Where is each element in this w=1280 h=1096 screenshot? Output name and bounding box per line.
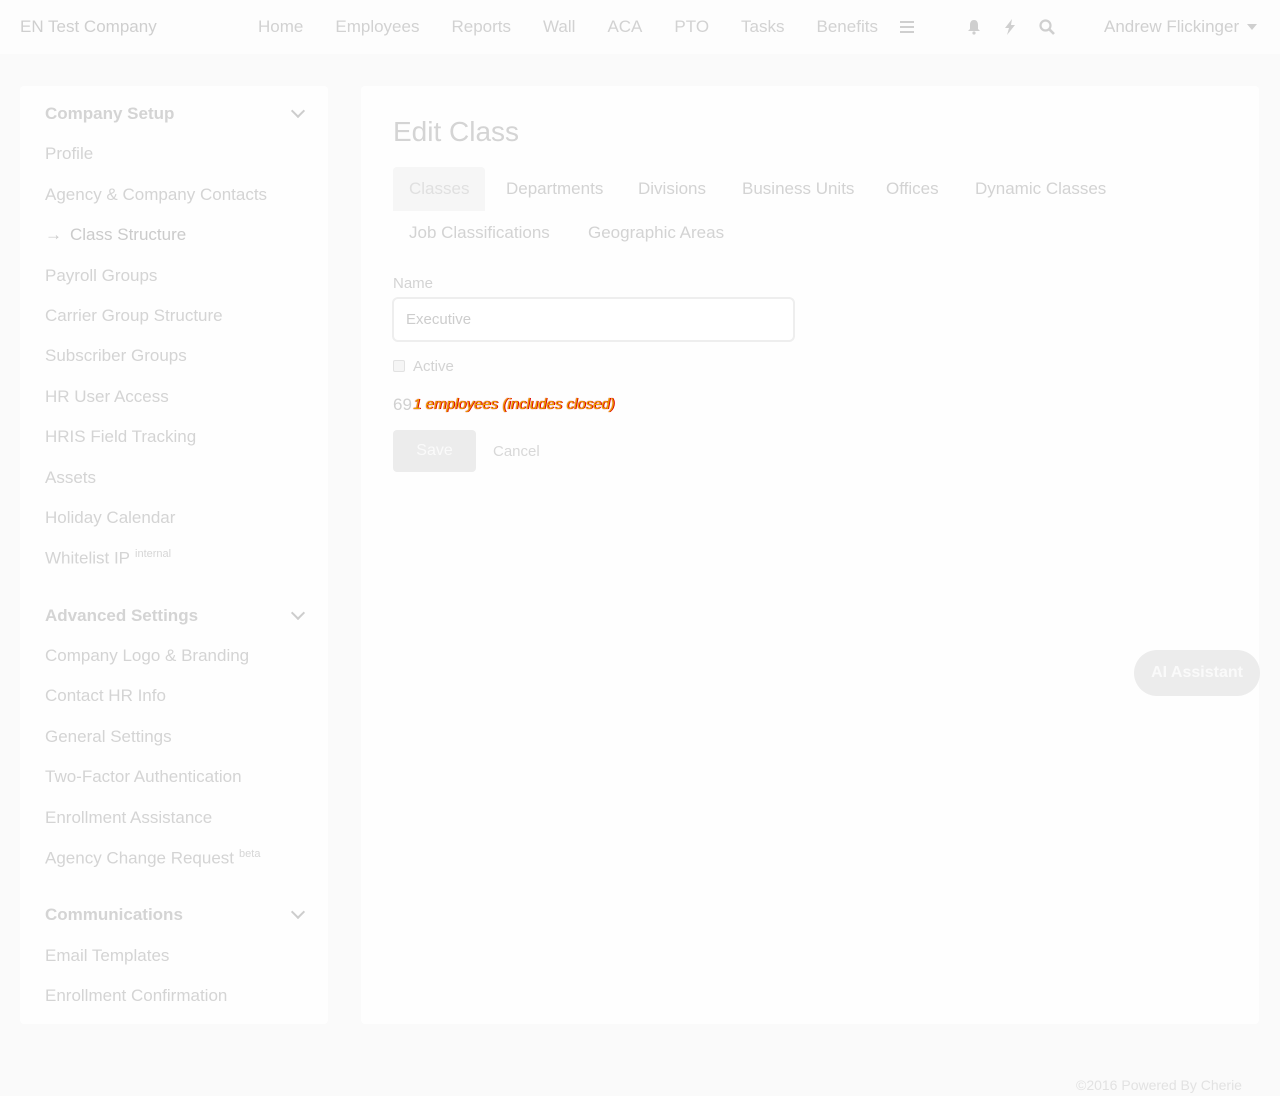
internal-badge: internal bbox=[135, 548, 172, 560]
tab-departments[interactable]: Departments bbox=[490, 167, 619, 211]
sidebar-item-profile[interactable]: Profile bbox=[45, 144, 93, 164]
section-company-setup[interactable]: Company Setup bbox=[45, 103, 306, 124]
search-icon[interactable] bbox=[1037, 16, 1057, 38]
nav-pto[interactable]: PTO bbox=[658, 17, 725, 37]
sidebar-item-two-factor[interactable]: Two-Factor Authentication bbox=[45, 767, 242, 787]
sidebar-item-agency-change-request[interactable]: Agency Change Request beta bbox=[45, 848, 260, 869]
tab-dynamic-classes[interactable]: Dynamic Classes bbox=[959, 167, 1122, 211]
sidebar-item-subscriber-groups[interactable]: Subscriber Groups bbox=[45, 346, 187, 366]
sidebar-item-general-settings[interactable]: General Settings bbox=[45, 727, 172, 747]
nav-tasks[interactable]: Tasks bbox=[725, 17, 800, 37]
nav-reports[interactable]: Reports bbox=[435, 17, 527, 37]
chevron-down-icon bbox=[290, 904, 306, 920]
nav-employees[interactable]: Employees bbox=[319, 17, 435, 37]
sidebar-item-logo-branding[interactable]: Company Logo & Branding bbox=[45, 646, 249, 666]
sidebar-item-enrollment-assistance[interactable]: Enrollment Assistance bbox=[45, 808, 212, 828]
employee-count-prefix: 69 bbox=[393, 395, 412, 414]
sidebar-item-email-templates[interactable]: Email Templates bbox=[45, 946, 169, 966]
sidebar-item-contact-hr[interactable]: Contact HR Info bbox=[45, 686, 166, 706]
ai-assistant-button[interactable]: AI Assistant bbox=[1134, 650, 1260, 696]
sidebar-item-carrier-group[interactable]: Carrier Group Structure bbox=[45, 306, 223, 326]
tab-business-units[interactable]: Business Units bbox=[726, 167, 870, 211]
lightning-icon[interactable] bbox=[1000, 16, 1020, 38]
caret-down-icon bbox=[1247, 24, 1258, 30]
settings-sidebar: Company Setup Profile Agency & Company C… bbox=[20, 86, 328, 1024]
sidebar-item-contacts[interactable]: Agency & Company Contacts bbox=[45, 185, 267, 205]
tab-classes[interactable]: Classes bbox=[393, 167, 486, 211]
arrow-right-icon: → bbox=[45, 225, 62, 244]
nav-home[interactable]: Home bbox=[242, 17, 319, 37]
name-input[interactable] bbox=[392, 297, 795, 342]
sidebar-item-class-structure[interactable]: → Class Structure bbox=[45, 225, 186, 245]
tab-offices[interactable]: Offices bbox=[870, 167, 955, 211]
save-button[interactable]: Save bbox=[393, 430, 476, 472]
active-label: Active bbox=[413, 358, 454, 375]
page-title: Edit Class bbox=[393, 116, 520, 147]
nav-aca[interactable]: ACA bbox=[591, 17, 658, 37]
main-nav: Home Employees Reports Wall ACA PTO Task… bbox=[242, 0, 894, 54]
sidebar-item-assets[interactable]: Assets bbox=[45, 468, 96, 488]
sidebar-item-hris-field-tracking[interactable]: HRIS Field Tracking bbox=[45, 427, 196, 447]
employee-count-text: 1 employees (includes closed) bbox=[413, 396, 615, 413]
beta-badge: beta bbox=[239, 848, 261, 860]
user-menu[interactable]: Andrew Flickinger bbox=[1104, 17, 1258, 37]
nav-wall[interactable]: Wall bbox=[527, 17, 591, 37]
chevron-down-icon bbox=[290, 103, 306, 119]
tab-geographic-areas[interactable]: Geographic Areas bbox=[572, 211, 740, 255]
sidebar-item-payroll-groups[interactable]: Payroll Groups bbox=[45, 266, 157, 286]
sidebar-item-hr-user-access[interactable]: HR User Access bbox=[45, 387, 169, 407]
active-checkbox[interactable] bbox=[393, 360, 405, 372]
chevron-down-icon bbox=[290, 605, 306, 621]
name-label: Name bbox=[393, 275, 434, 292]
edit-class-panel: Edit Class Classes Departments Divisions… bbox=[361, 86, 1259, 1024]
company-brand[interactable]: EN Test Company bbox=[20, 17, 157, 37]
hamburger-menu-icon[interactable] bbox=[897, 16, 917, 38]
sidebar-item-whitelist-ip[interactable]: Whitelist IP internal bbox=[45, 548, 171, 569]
section-advanced-settings[interactable]: Advanced Settings bbox=[45, 605, 306, 626]
user-name: Andrew Flickinger bbox=[1104, 17, 1240, 36]
nav-benefits[interactable]: Benefits bbox=[801, 17, 894, 37]
cancel-link[interactable]: Cancel bbox=[493, 443, 540, 460]
sidebar-item-enrollment-confirmation[interactable]: Enrollment Confirmation bbox=[45, 986, 227, 1006]
footer-copyright: ©2016 Powered By Cherie bbox=[1076, 1077, 1242, 1093]
section-communications[interactable]: Communications bbox=[45, 904, 306, 925]
tab-job-classifications[interactable]: Job Classifications bbox=[393, 211, 566, 255]
bell-icon[interactable] bbox=[964, 16, 984, 38]
tab-divisions[interactable]: Divisions bbox=[622, 167, 722, 211]
top-navbar: EN Test Company Home Employees Reports W… bbox=[0, 0, 1280, 54]
sidebar-item-holiday-calendar[interactable]: Holiday Calendar bbox=[45, 508, 175, 528]
